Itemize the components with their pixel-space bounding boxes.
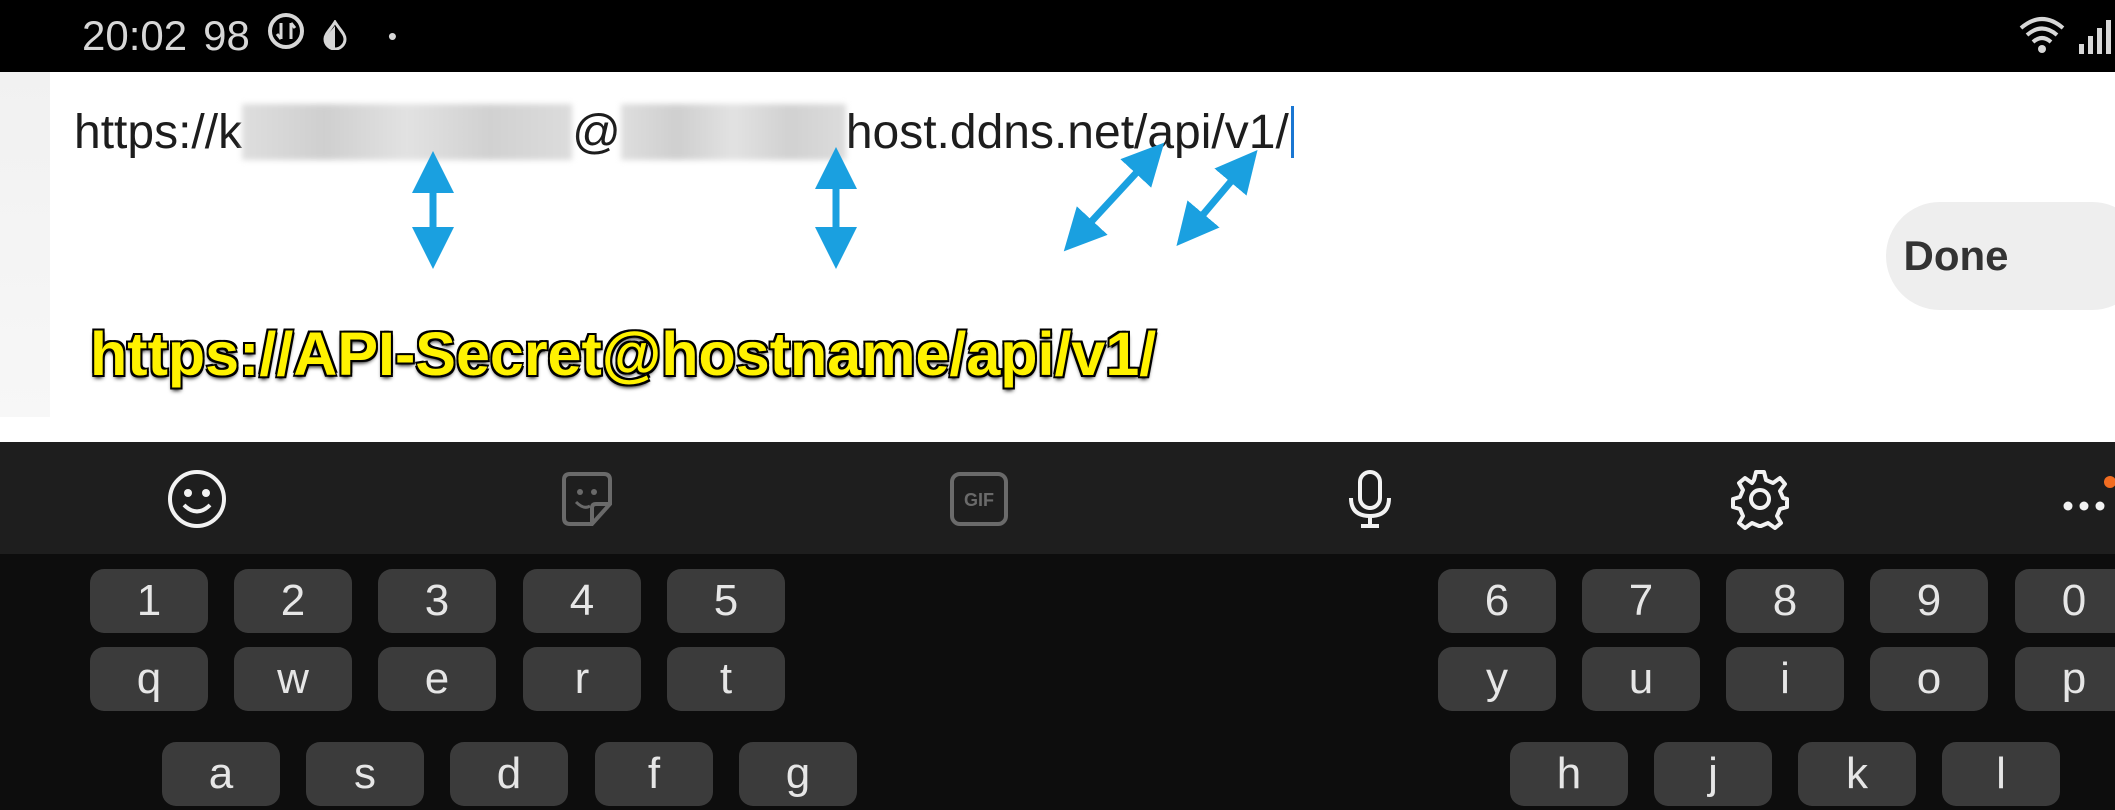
url-suffix: host.ddns.net/api/v1/ <box>845 105 1289 159</box>
key-l[interactable]: l <box>1942 742 2060 806</box>
emoji-icon[interactable] <box>162 464 232 534</box>
url-prefix: https:// <box>74 105 219 159</box>
edge-panel-strip <box>0 72 50 417</box>
settings-icon[interactable] <box>1725 464 1795 534</box>
key-6[interactable]: 6 <box>1438 569 1556 633</box>
keyboard-toolbar: GIF <box>0 442 2115 554</box>
url-input[interactable]: https:// k @ host.ddns.net/api/v1/ <box>74 92 1294 172</box>
text-caret <box>1290 106 1294 158</box>
status-battery: 98 <box>203 12 250 59</box>
done-button[interactable]: Done <box>1886 202 2115 310</box>
key-p[interactable]: p <box>2015 647 2115 711</box>
gif-icon[interactable]: GIF <box>944 464 1014 534</box>
key-k[interactable]: k <box>1798 742 1916 806</box>
key-3[interactable]: 3 <box>378 569 496 633</box>
more-icon[interactable] <box>2060 464 2115 534</box>
key-o[interactable]: o <box>1870 647 1988 711</box>
key-h[interactable]: h <box>1510 742 1628 806</box>
key-w[interactable]: w <box>234 647 352 711</box>
key-7[interactable]: 7 <box>1582 569 1700 633</box>
key-j[interactable]: j <box>1654 742 1772 806</box>
key-s[interactable]: s <box>306 742 424 806</box>
key-r[interactable]: r <box>523 647 641 711</box>
key-u[interactable]: u <box>1582 647 1700 711</box>
key-g[interactable]: g <box>739 742 857 806</box>
key-i[interactable]: i <box>1726 647 1844 711</box>
gif-label: GIF <box>964 490 994 510</box>
key-0[interactable]: 0 <box>2015 569 2115 633</box>
key-d[interactable]: d <box>450 742 568 806</box>
url-at-sign: @ <box>572 105 621 159</box>
url-visible-char: k <box>218 105 243 159</box>
url-edit-area[interactable]: https:// k @ host.ddns.net/api/v1/ Done … <box>0 72 2115 442</box>
key-8[interactable]: 8 <box>1726 569 1844 633</box>
annotation-url-format: https://API-Secret@hostname/api/v1/ <box>90 320 1157 388</box>
key-1[interactable]: 1 <box>90 569 208 633</box>
key-e[interactable]: e <box>378 647 496 711</box>
microphone-icon[interactable] <box>1335 464 1405 534</box>
blue-light-icon <box>322 12 348 60</box>
notification-dot: • <box>387 20 397 51</box>
key-4[interactable]: 4 <box>523 569 641 633</box>
wifi-icon <box>2017 14 2067 63</box>
key-a[interactable]: a <box>162 742 280 806</box>
key-q[interactable]: q <box>90 647 208 711</box>
status-right <box>2017 14 2115 63</box>
key-f[interactable]: f <box>595 742 713 806</box>
signal-icon <box>2075 16 2115 61</box>
data-saver-icon <box>266 11 306 61</box>
soft-keyboard: GIF 12345 67890 qwert yuiop asdfg hjkl <box>0 442 2115 810</box>
status-bar: 20:02 98 • <box>0 0 2115 72</box>
sticker-icon[interactable] <box>552 464 622 534</box>
redacted-api-secret <box>242 104 573 160</box>
redacted-hostname <box>620 104 846 160</box>
key-y[interactable]: y <box>1438 647 1556 711</box>
key-5[interactable]: 5 <box>667 569 785 633</box>
key-2[interactable]: 2 <box>234 569 352 633</box>
key-t[interactable]: t <box>667 647 785 711</box>
key-9[interactable]: 9 <box>1870 569 1988 633</box>
status-left: 20:02 98 • <box>82 10 397 62</box>
status-time: 20:02 <box>82 12 188 59</box>
